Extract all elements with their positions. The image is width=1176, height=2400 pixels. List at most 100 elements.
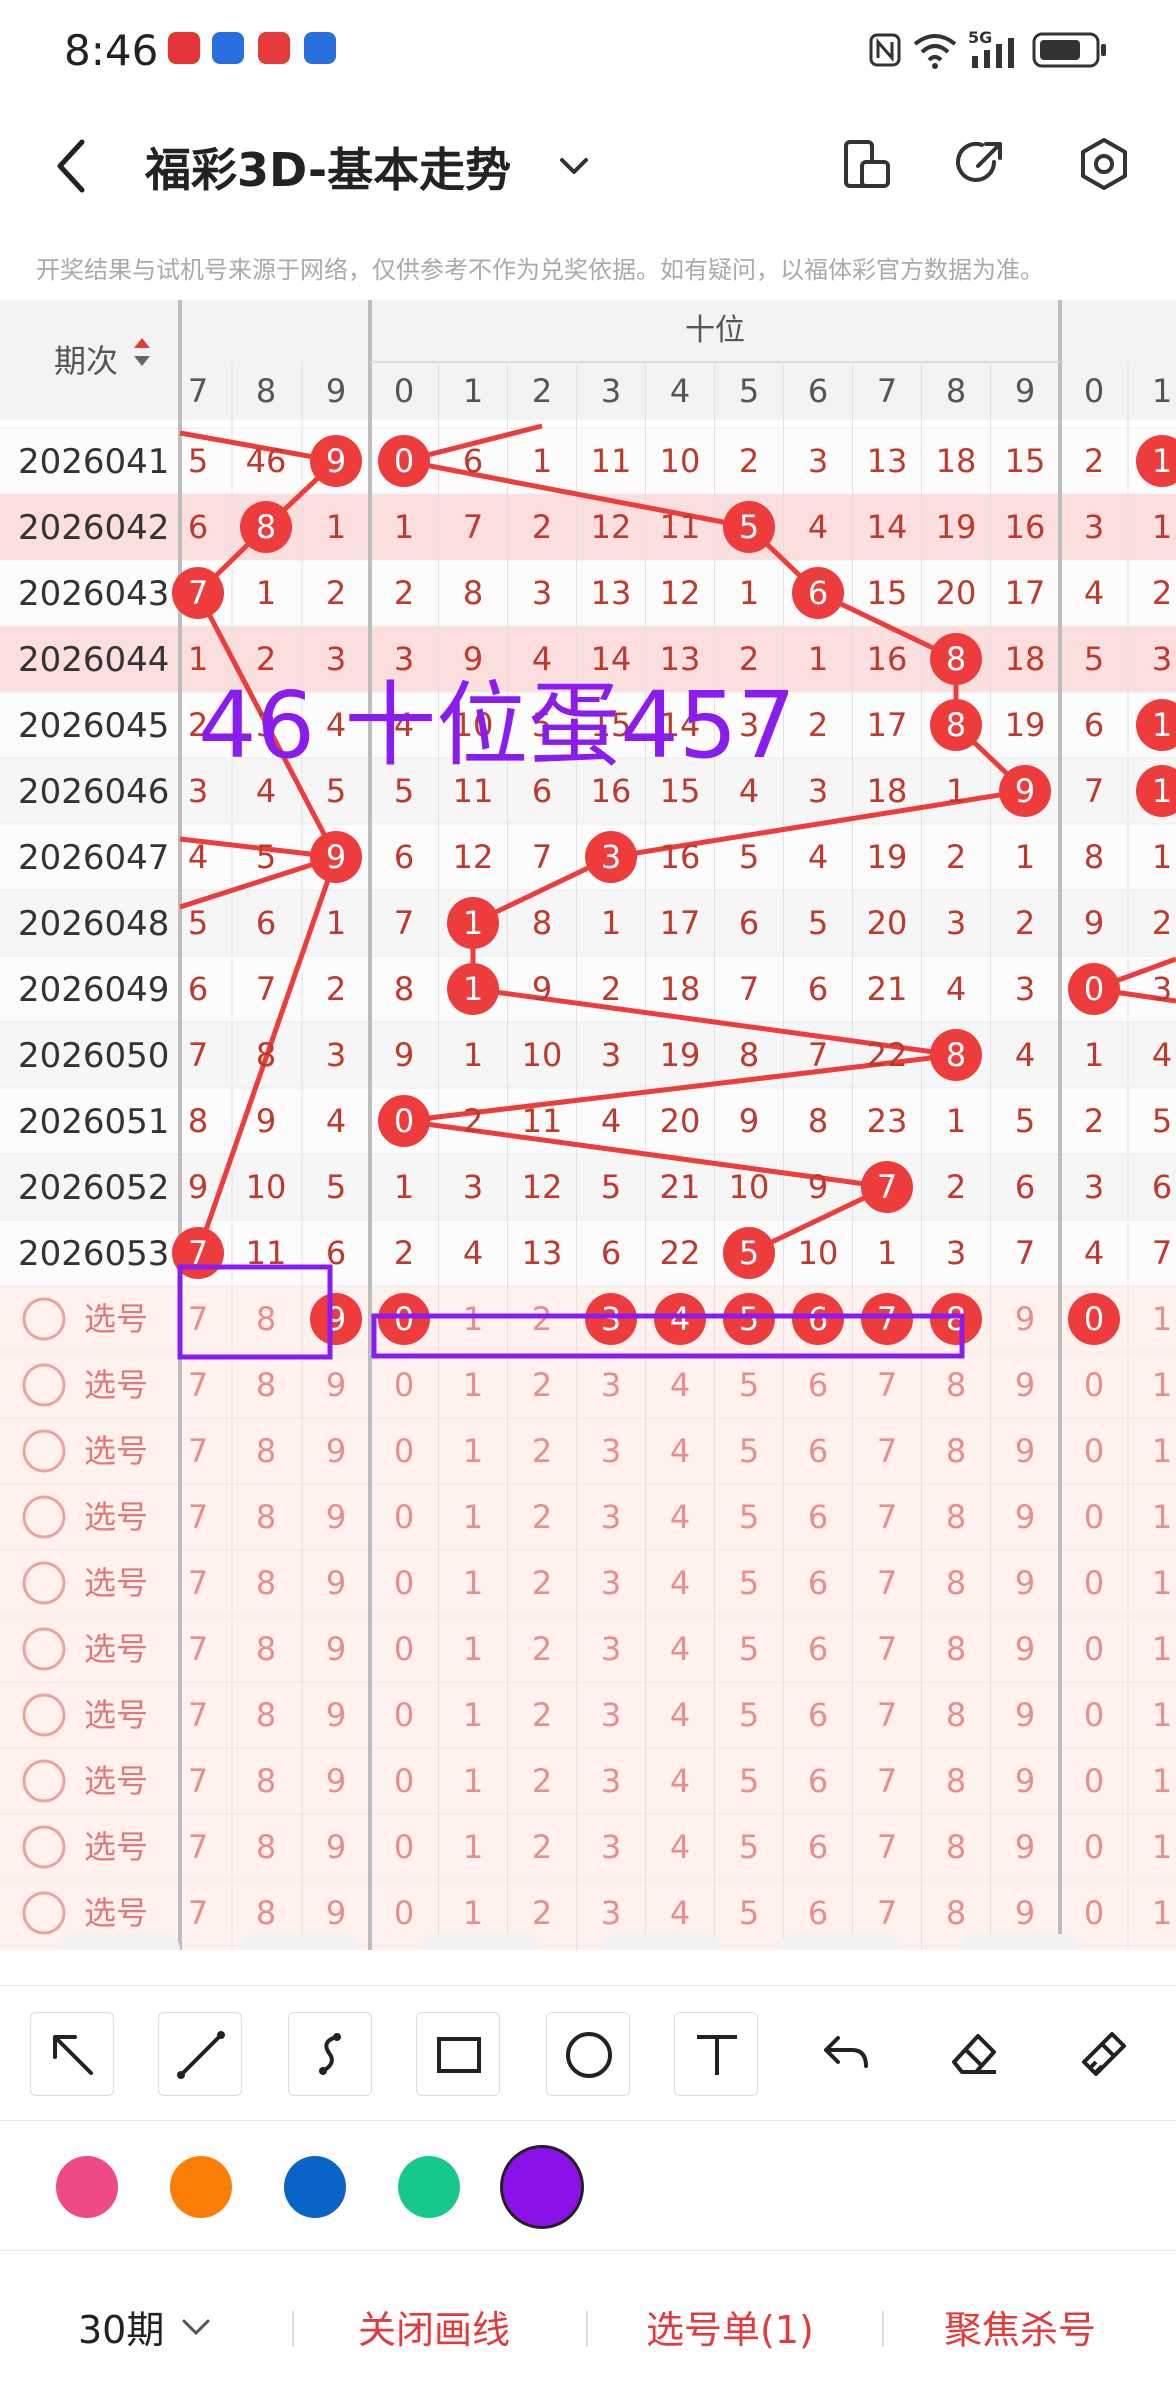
period-count-select[interactable]: 30期 [78, 2299, 164, 2354]
blue-swatch[interactable] [284, 2156, 346, 2218]
rectangle-tool-icon[interactable] [416, 2012, 500, 2096]
pick-cell: 6 [808, 1498, 828, 1536]
pick-cell: 9 [326, 1762, 346, 1800]
col-header: 7 [877, 372, 897, 410]
pick-cell: 6 [808, 1762, 828, 1800]
annotation-text: 46 十位蛋457 [198, 672, 796, 779]
left-cell: 1 [256, 574, 276, 612]
pick-cell: 0 [394, 1300, 414, 1338]
close-lines-button[interactable]: 关闭画线 [358, 2299, 510, 2354]
pick-label[interactable]: 选号 [84, 1828, 148, 1866]
pick-cell: 9 [1015, 1630, 1035, 1668]
pick-cell: 8 [946, 1894, 966, 1932]
share-icon[interactable] [954, 136, 1008, 190]
pick-cell: 5 [739, 1630, 759, 1668]
pick-cell: 5 [739, 1696, 759, 1734]
settings-gear-icon[interactable] [1076, 136, 1132, 192]
table-row-bg [0, 1022, 1176, 1088]
tens-cell: 21 [867, 970, 908, 1008]
right-cell: 7 [1152, 1234, 1172, 1272]
clear-brush-icon[interactable] [1062, 2012, 1146, 2096]
col-header: 7 [188, 372, 208, 410]
wifi-icon [913, 34, 957, 69]
undo-icon[interactable] [804, 2012, 888, 2096]
right-cell: 7 [1084, 772, 1104, 810]
text-tool-icon[interactable] [674, 2012, 758, 2096]
arrow-tool-icon[interactable] [30, 2012, 114, 2096]
pick-label[interactable]: 选号 [84, 1498, 148, 1536]
pick-label[interactable]: 选号 [84, 1366, 148, 1404]
pick-cell: 7 [188, 1300, 208, 1338]
pick-label[interactable]: 选号 [84, 1300, 148, 1338]
period-header[interactable]: 期次 [54, 342, 118, 380]
pick-cell: 9 [1015, 1762, 1035, 1800]
purple-swatch-selected[interactable] [500, 2145, 584, 2229]
right-cell: 2 [1152, 574, 1172, 612]
right-cell-ball-value: 1 [1152, 706, 1172, 744]
tens-cell: 8 [739, 1036, 759, 1074]
pick-label[interactable]: 选号 [84, 1762, 148, 1800]
pick-label[interactable]: 选号 [84, 1432, 148, 1470]
separator [586, 2311, 588, 2347]
pick-cell: 1 [1152, 1564, 1172, 1602]
curve-tool-icon[interactable] [288, 2012, 372, 2096]
pick-list-button[interactable]: 选号单(1) [646, 2299, 814, 2354]
pick-cell: 7 [188, 1696, 208, 1734]
orientation-icon[interactable] [840, 138, 894, 192]
tens-cell: 8 [532, 904, 552, 942]
tens-cell-ball-value: 9 [1015, 772, 1035, 810]
trend-chart-grid[interactable]: 期次 十位 7 8 9 0 1 2 3 4 5 6 7 8 9 0 1 2026041 5 46 9 0 6 1 11 10 2 3 1… [0, 300, 1176, 1950]
pick-cell: 8 [256, 1432, 276, 1470]
back-arrow-icon[interactable] [52, 136, 92, 196]
eraser-icon[interactable] [932, 2012, 1016, 2096]
tens-cell-ball-value: 8 [946, 706, 966, 744]
pick-label[interactable]: 选号 [84, 1696, 148, 1734]
pick-cell: 6 [808, 1432, 828, 1470]
tens-cell: 3 [946, 1234, 966, 1272]
pick-cell: 5 [739, 1366, 759, 1404]
tens-cell: 10 [729, 1168, 770, 1206]
left-cell: 46 [246, 442, 287, 480]
right-cell: 3 [1084, 1168, 1104, 1206]
pick-label[interactable]: 选号 [84, 1894, 148, 1932]
pick-cell: 0 [1084, 1894, 1104, 1932]
scroll-pill [60, 1934, 180, 1950]
tens-cell: 10 [522, 1036, 563, 1074]
tens-cell: 9 [739, 1102, 759, 1140]
right-cell: 9 [1084, 904, 1104, 942]
pick-cell: 9 [326, 1630, 346, 1668]
tens-cell: 2 [1015, 904, 1035, 942]
circle-tool-icon[interactable] [546, 2012, 630, 2096]
tens-cell: 19 [867, 838, 908, 876]
pick-cell: 7 [877, 1366, 897, 1404]
green-swatch[interactable] [398, 2156, 460, 2218]
table-row-bg [0, 1154, 1176, 1220]
left-cell: 5 [326, 1168, 346, 1206]
table-row-bg [0, 494, 1176, 560]
tens-cell: 2 [808, 706, 828, 744]
pink-swatch[interactable] [56, 2156, 118, 2218]
grid-header-bg [0, 300, 1176, 420]
orange-swatch[interactable] [170, 2156, 232, 2218]
col-header: 3 [601, 372, 621, 410]
tens-cell: 7 [739, 970, 759, 1008]
chevron-down-icon[interactable] [556, 154, 592, 178]
pick-label[interactable]: 选号 [84, 1564, 148, 1602]
focus-kill-button[interactable]: 聚焦杀号 [944, 2299, 1096, 2354]
line-tool-icon[interactable] [158, 2012, 242, 2096]
scroll-pill [600, 1934, 720, 1950]
right-cell-ball-value: 1 [1152, 442, 1172, 480]
tens-cell: 2 [946, 1168, 966, 1206]
bottom-action-bar: 30期 关闭画线 选号单(1) 聚焦杀号 [0, 2250, 1176, 2400]
right-cell: 2 [1084, 1102, 1104, 1140]
pick-label[interactable]: 选号 [84, 1630, 148, 1668]
tens-cell: 2 [394, 574, 414, 612]
pick-cell: 1 [463, 1498, 483, 1536]
pick-cell: 1 [1152, 1762, 1172, 1800]
pick-cell: 6 [808, 1564, 828, 1602]
chevron-down-icon[interactable] [180, 2317, 212, 2339]
tens-cell-ball-value: 8 [946, 1036, 966, 1074]
period-number: 2026045 [18, 706, 169, 746]
tens-cell: 6 [739, 904, 759, 942]
page-title[interactable]: 福彩3D-基本走势 [145, 134, 511, 200]
